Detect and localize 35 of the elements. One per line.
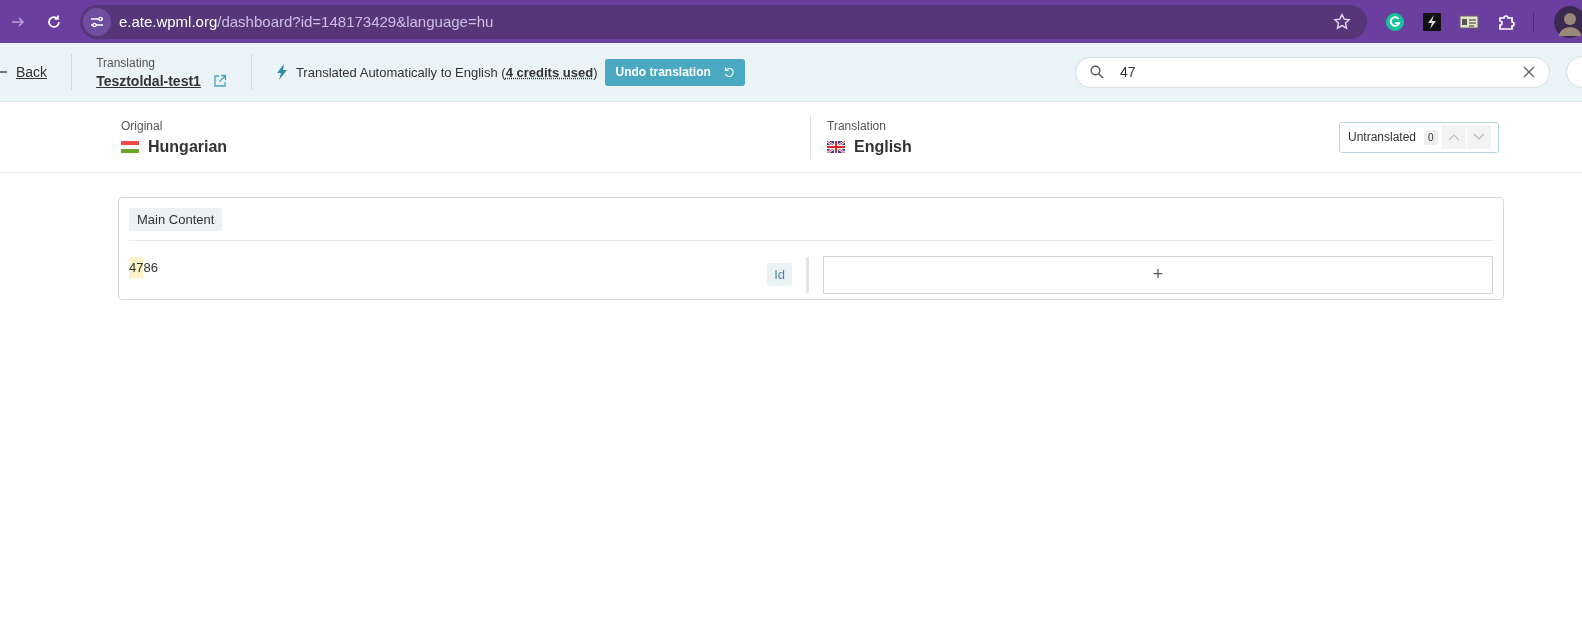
site-settings-icon[interactable] [82, 7, 111, 36]
lightning-icon [275, 64, 288, 80]
language-label: Original [121, 118, 164, 133]
external-link-icon[interactable] [212, 73, 227, 88]
language-label: Translation [827, 118, 887, 133]
translation-status: Translated Automatically to English (4 credits used) [295, 64, 598, 80]
search-bar[interactable]: 47 [1075, 56, 1550, 88]
add-translation-button[interactable]: + [823, 255, 1493, 294]
hungarian-flag-icon [121, 140, 139, 153]
translating-label: Translating [96, 55, 157, 70]
puzzle-icon[interactable] [1497, 12, 1515, 31]
id-card-icon[interactable] [1459, 13, 1479, 30]
g-logo-icon[interactable] [1385, 11, 1405, 32]
back-link[interactable]: Back [0, 64, 48, 80]
field-type-tag: Id [767, 263, 792, 286]
source-text: 4786 [129, 260, 768, 275]
language-name: English [854, 137, 912, 156]
untranslated-count: 0 [1424, 129, 1438, 145]
document-link[interactable]: Tesztoldal-test1 [96, 72, 201, 89]
section-tag: Main Content [129, 208, 223, 231]
chevron-up-icon [1447, 133, 1460, 141]
undo-icon [722, 66, 735, 78]
search-input[interactable]: 47 [1118, 63, 1523, 81]
star-icon[interactable] [1333, 12, 1351, 31]
close-icon[interactable] [1523, 66, 1535, 78]
address-bar[interactable]: e.ate.wpml.org/dashboard?id=148173429&language=hu [79, 4, 1367, 39]
chevron-down-icon [1472, 133, 1485, 141]
english-flag-icon [827, 140, 845, 153]
lightning-icon[interactable] [1423, 12, 1441, 31]
avatar-icon[interactable] [1552, 5, 1582, 38]
untranslated-label: Untranslated [1348, 130, 1417, 144]
reload-icon[interactable] [45, 13, 62, 30]
language-name: Hungarian [148, 137, 228, 156]
search-icon [1090, 65, 1104, 79]
url-text: e.ate.wpml.org/dashboard?id=148173429&language=hu [118, 13, 495, 30]
